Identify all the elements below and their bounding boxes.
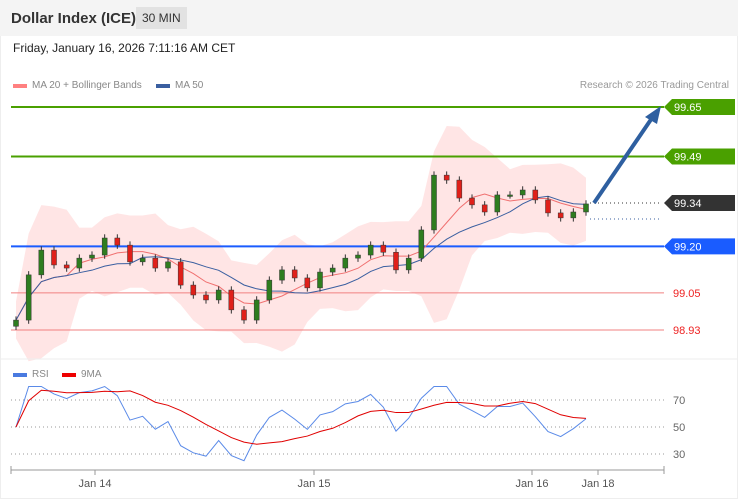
rsi-tick-label: 50 <box>673 422 685 434</box>
candle <box>266 276 273 304</box>
candle <box>177 258 184 289</box>
candle <box>228 286 235 314</box>
candle-body <box>367 244 374 256</box>
x-tick-label: Jan 16 <box>515 478 548 490</box>
rsi-tick-label: 70 <box>673 395 685 407</box>
level-label-99.20: 99.20 <box>674 241 702 253</box>
candle-body <box>291 269 298 279</box>
candle-body <box>481 204 488 213</box>
candle-body <box>51 249 57 266</box>
x-tick-label: Jan 15 <box>297 478 330 490</box>
candle <box>494 191 501 216</box>
candle-body <box>355 254 361 259</box>
candle <box>25 271 32 324</box>
candle-body <box>76 257 83 269</box>
candle-body <box>25 274 32 321</box>
x-tick-label: Jan 14 <box>78 478 111 490</box>
candle <box>38 246 45 279</box>
candle-body <box>165 261 171 269</box>
candle-body <box>507 194 513 197</box>
candle-body <box>38 249 45 276</box>
candle-body <box>557 212 564 219</box>
candle-body <box>519 189 526 196</box>
level-label-99.65: 99.65 <box>674 102 702 114</box>
candle-body <box>545 199 551 214</box>
candle <box>418 226 425 262</box>
candle-body <box>469 197 475 206</box>
level-label-99.49: 99.49 <box>674 152 702 164</box>
candle <box>317 268 323 292</box>
candle-body <box>583 203 589 213</box>
candle-body <box>152 257 159 269</box>
candle-body <box>405 257 412 271</box>
candle-body <box>393 251 399 271</box>
rsi-ma-line <box>15 389 587 445</box>
candle <box>253 296 260 324</box>
candle-body <box>13 319 19 327</box>
candle-body <box>317 271 323 289</box>
candle-body <box>443 174 450 181</box>
candle-body <box>253 299 260 321</box>
candle-body <box>304 277 311 289</box>
candle-body <box>241 309 247 321</box>
candle <box>127 241 133 266</box>
candle-body <box>89 254 95 259</box>
candle <box>393 248 399 274</box>
candle-body <box>63 264 70 269</box>
x-tick-label: Jan 18 <box>581 478 614 490</box>
level-label-99.05: 99.05 <box>673 288 701 300</box>
candle-body <box>380 244 387 253</box>
candle-body <box>114 237 121 246</box>
candle-body <box>139 257 146 263</box>
candle <box>431 171 437 234</box>
candle-body <box>127 244 133 263</box>
candle <box>101 234 108 259</box>
candle-body <box>342 257 349 269</box>
level-label-98.93: 98.93 <box>673 325 701 337</box>
candle-body <box>279 269 285 281</box>
candle-body <box>431 174 437 231</box>
bollinger-band <box>16 126 586 362</box>
candle-body <box>228 289 235 311</box>
candle-body <box>494 194 501 213</box>
candle-body <box>215 289 222 301</box>
candle-body <box>177 261 184 286</box>
candle-body <box>418 229 425 259</box>
candle <box>456 176 463 202</box>
candle-body <box>190 284 197 296</box>
candle-body <box>101 237 108 256</box>
candle-body <box>329 267 336 273</box>
candle-body <box>570 211 577 219</box>
candle-body <box>266 279 273 301</box>
candle-body <box>456 179 463 199</box>
candle-body <box>203 294 209 301</box>
candle-body <box>532 189 539 201</box>
price-chart: 99.65 99.49 99.34 99.20 99.05 98.93 70 50 30 Jan … <box>0 99 738 490</box>
level-label-99.34: 99.34 <box>674 198 702 210</box>
forecast-arrow <box>592 116 654 205</box>
rsi-line <box>15 385 587 462</box>
rsi-tick-label: 30 <box>673 449 685 461</box>
